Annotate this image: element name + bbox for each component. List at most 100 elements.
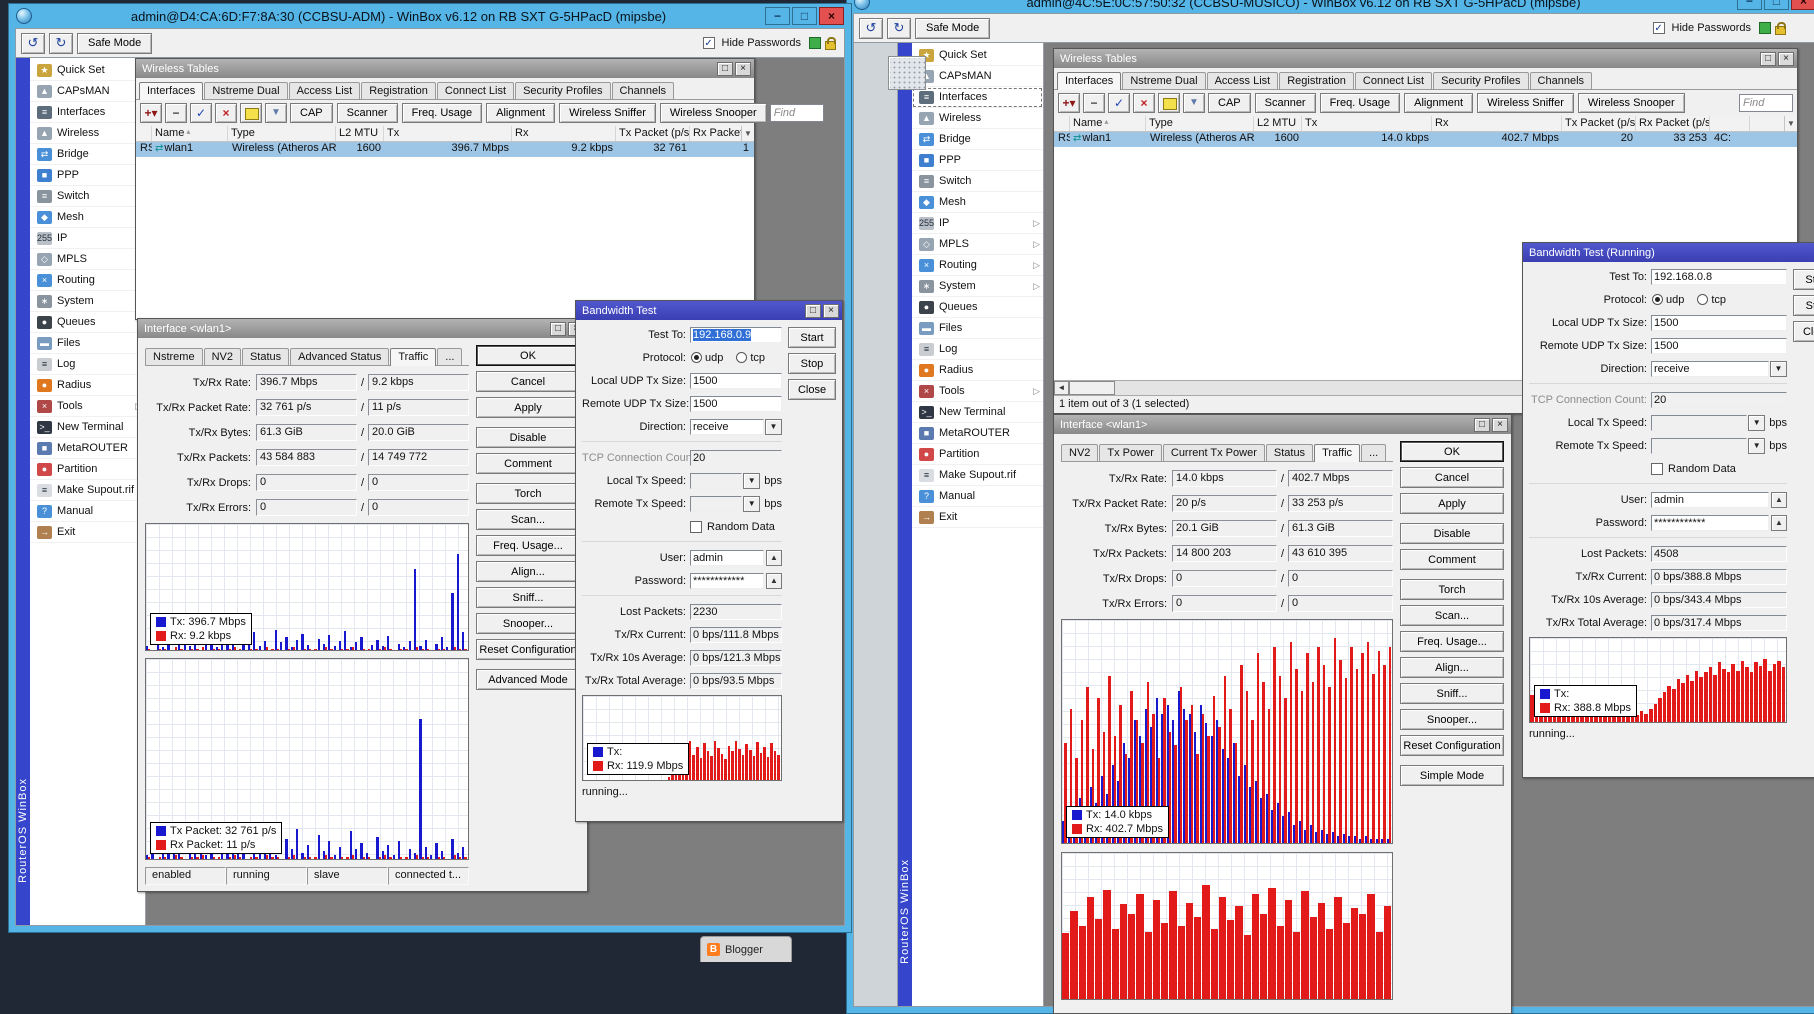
dialog-button[interactable]: Torch [476, 483, 580, 504]
random-data-checkbox[interactable] [690, 521, 702, 533]
comment-button[interactable] [240, 103, 262, 123]
dialog-button[interactable]: Disable [1400, 523, 1504, 544]
tab[interactable]: Registration [1279, 72, 1354, 89]
dialog-button[interactable]: Comment [476, 453, 580, 474]
dropdown-icon[interactable]: ▼ [1770, 361, 1787, 377]
maximize-button[interactable]: □ [792, 7, 817, 25]
sidebar-item[interactable]: ● Partition [30, 459, 145, 480]
redo-button[interactable]: ↻ [49, 33, 73, 54]
tab[interactable]: Registration [361, 82, 436, 99]
background-browser-tab[interactable]: B Blogger [700, 936, 792, 962]
tab[interactable]: Status [1266, 444, 1313, 461]
sidebar-item[interactable]: ≡ Log [912, 339, 1043, 360]
dialog-button[interactable]: Torch [1400, 579, 1504, 600]
minimize-button[interactable]: − [765, 7, 790, 25]
disable-button[interactable]: × [215, 103, 237, 123]
expand-icon[interactable]: ▲ [1771, 515, 1787, 531]
column-header[interactable]: Rx Packet (p/s) [1636, 116, 1710, 131]
column-header[interactable]: Tx [1302, 116, 1432, 131]
sidebar-item[interactable]: ● Partition [912, 444, 1043, 465]
column-header[interactable]: Tx Packet (p/s) [616, 126, 690, 141]
sidebar-item[interactable]: ≡ Interfaces [912, 87, 1043, 108]
drag-grip-panel[interactable] [888, 56, 926, 90]
sidebar-item[interactable]: ⇄ Bridge [912, 129, 1043, 150]
comment-button[interactable] [1158, 93, 1180, 113]
maximize-icon[interactable]: □ [1760, 52, 1776, 66]
sidebar-item[interactable]: × Routing ▷ [30, 270, 145, 291]
dialog-button[interactable]: Apply [476, 397, 580, 418]
sidebar-item[interactable]: ◇ MPLS ▷ [912, 234, 1043, 255]
dialog-button[interactable]: Align... [476, 561, 580, 582]
child-titlebar[interactable]: Wireless Tables □ × [1054, 49, 1797, 68]
test-to-input[interactable]: 192.168.0.8 [1651, 269, 1787, 285]
tab[interactable]: Security Profiles [1433, 72, 1528, 89]
tab[interactable]: Status [242, 348, 289, 365]
sidebar-item[interactable]: ∗ System ▷ [30, 291, 145, 312]
sidebar-item[interactable]: ■ MetaROUTER [912, 423, 1043, 444]
bw-action-button[interactable]: Close [1793, 321, 1814, 342]
sidebar-item[interactable]: ■ PPP [30, 165, 145, 186]
sidebar-item[interactable]: ★ Quick Set [30, 60, 145, 81]
dialog-button[interactable]: Freq. Usage... [1400, 631, 1504, 652]
sidebar-item[interactable]: ● Radius [912, 360, 1043, 381]
redo-button[interactable]: ↻ [887, 18, 911, 39]
expand-icon[interactable]: ▲ [1771, 492, 1787, 508]
tab[interactable]: NV2 [204, 348, 241, 365]
dialog-button[interactable]: Reset Configuration [476, 639, 580, 660]
action-button[interactable]: Wireless Snooper [1578, 93, 1685, 113]
sidebar-item[interactable]: ▲ CAPsMAN [30, 81, 145, 102]
dialog-button[interactable]: OK [476, 345, 580, 366]
dropdown-icon[interactable]: ▼ [1748, 415, 1765, 431]
window-titlebar[interactable]: admin@4C:5E:0C:57:50:32 (CCBSU-MUSICO) -… [853, 0, 1814, 13]
tab[interactable]: Access List [1207, 72, 1279, 89]
column-header[interactable]: Name▴ [152, 126, 228, 141]
sidebar-item[interactable]: ≡ Switch [30, 186, 145, 207]
hide-passwords-checkbox[interactable]: ✓ [703, 37, 715, 49]
dialog-button[interactable]: Simple Mode [1400, 765, 1504, 786]
child-titlebar[interactable]: Interface <wlan1> □ × [1054, 415, 1511, 434]
table-row[interactable]: RS ⇄wlan1 Wireless (Atheros AR9... 1600 … [1054, 132, 1797, 147]
sidebar-item[interactable]: 255 IP ▷ [912, 213, 1043, 234]
table-row[interactable]: RS ⇄wlan1 Wireless (Atheros AR9... 1600 … [136, 142, 754, 157]
bw-action-button[interactable]: Stop [1793, 295, 1814, 316]
sidebar-item[interactable]: ≡ Make Supout.rif [30, 480, 145, 501]
password-input[interactable]: ************ [690, 573, 764, 589]
scroll-left-icon[interactable]: ◄ [1054, 381, 1069, 395]
column-header[interactable]: Rx [512, 126, 616, 141]
sidebar-item[interactable]: ≡ Log [30, 354, 145, 375]
column-header[interactable] [136, 126, 152, 141]
sidebar-item[interactable]: ◆ Mesh [30, 207, 145, 228]
dropdown-icon[interactable]: ▼ [765, 419, 782, 435]
action-button[interactable]: Wireless Sniffer [559, 103, 656, 123]
sidebar-item[interactable]: ? Manual [30, 501, 145, 522]
column-select-icon[interactable]: ▼ [741, 126, 754, 141]
bw-action-button[interactable]: Stop [788, 353, 836, 374]
test-to-input[interactable]: 192.168.0.9 [690, 327, 782, 343]
tab[interactable]: Interfaces [1057, 72, 1121, 90]
sidebar-item[interactable]: >_ New Terminal [912, 402, 1043, 423]
sidebar-item[interactable]: ● Queues [30, 312, 145, 333]
maximize-icon[interactable]: □ [1474, 418, 1490, 432]
sidebar-item[interactable]: ≡ Interfaces [30, 102, 145, 123]
tab[interactable]: Interfaces [139, 82, 203, 100]
radio-tcp[interactable] [736, 352, 747, 363]
close-icon[interactable]: × [1778, 52, 1794, 66]
maximize-icon[interactable]: □ [550, 322, 566, 336]
action-button[interactable]: Alignment [486, 103, 555, 123]
close-button[interactable]: × [819, 7, 844, 25]
disable-button[interactable]: × [1133, 93, 1155, 113]
dialog-button[interactable]: Snooper... [476, 613, 580, 634]
undo-button[interactable]: ↺ [21, 33, 45, 54]
sidebar-item[interactable]: → Exit [912, 507, 1043, 528]
direction-select[interactable]: receive [1651, 361, 1769, 377]
tab[interactable]: ... [437, 348, 462, 365]
tab[interactable]: ... [1361, 444, 1386, 461]
maximize-button[interactable]: □ [1764, 0, 1789, 10]
undo-button[interactable]: ↺ [859, 18, 883, 39]
user-input[interactable]: admin [690, 550, 764, 566]
radio-udp[interactable] [691, 352, 702, 363]
sidebar-item[interactable]: ◆ Mesh [912, 192, 1043, 213]
dialog-button[interactable]: Snooper... [1400, 709, 1504, 730]
remote-udp-tx-size-input[interactable]: 1500 [690, 396, 782, 412]
tab[interactable]: Security Profiles [515, 82, 610, 99]
